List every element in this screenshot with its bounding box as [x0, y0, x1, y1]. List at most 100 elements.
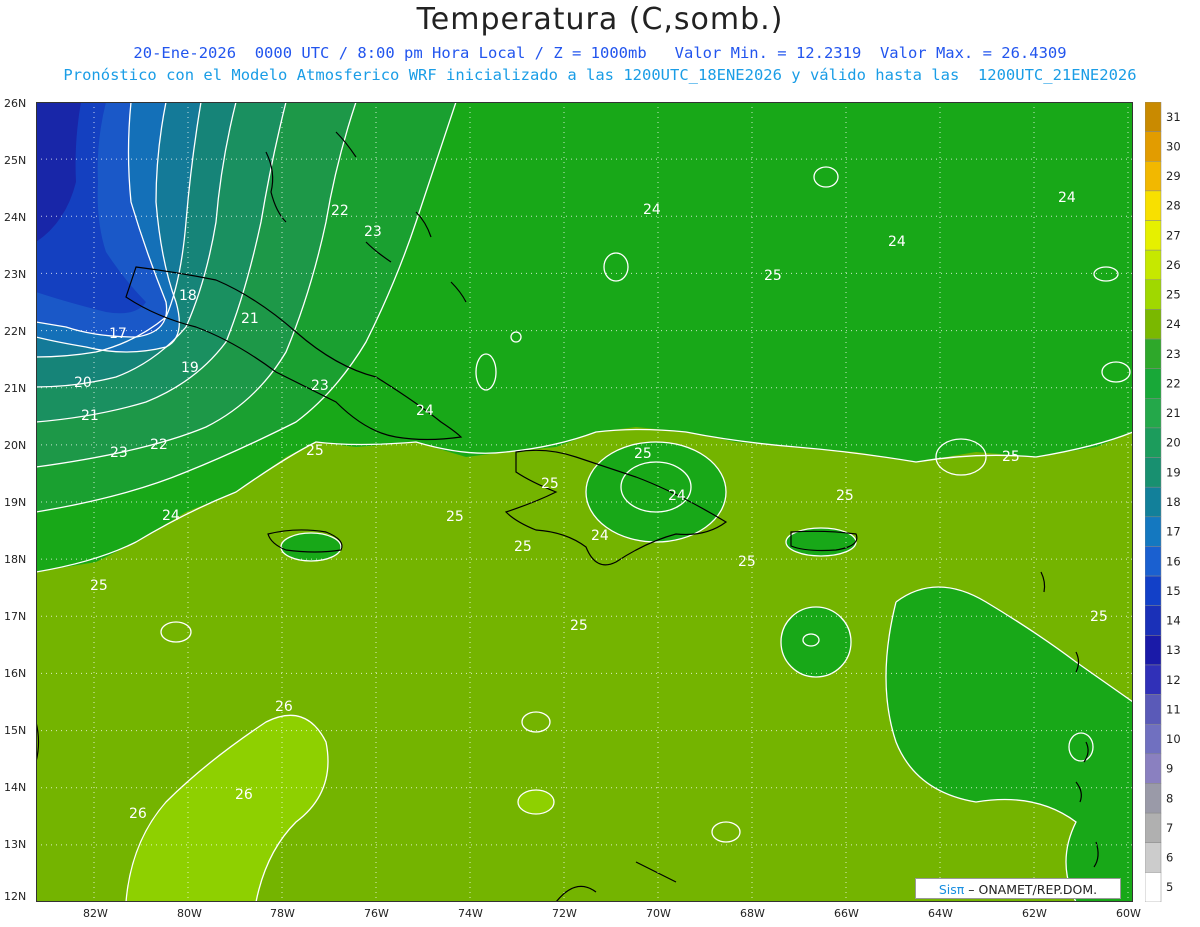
colorbar-level-label: 28	[1166, 199, 1181, 213]
colorbar-level-label: 17	[1166, 525, 1181, 539]
contour-label: 23	[311, 378, 329, 394]
subtitle-model-info: Pronóstico con el Modelo Atmosferico WRF…	[63, 66, 1137, 84]
subtitle-valid-time: 20-Ene-2026 0000 UTC / 8:00 pm Hora Loca…	[133, 44, 1067, 62]
colorbar-level-label: 23	[1166, 347, 1181, 361]
colorbar-swatch	[1145, 131, 1162, 162]
colorbar-level-label: 11	[1166, 702, 1181, 716]
lat-label: 13N	[4, 838, 26, 851]
colorbar-level-label: 27	[1166, 228, 1181, 242]
contour-label: 24	[1058, 190, 1076, 206]
colorbar-level-label: 13	[1166, 643, 1181, 657]
colorbar-swatch	[1145, 486, 1162, 518]
contour-label: 21	[241, 311, 259, 327]
colorbar-swatch	[1145, 102, 1162, 132]
contour-label: 25	[738, 554, 756, 570]
contour-label: 25	[90, 578, 108, 594]
lat-label: 16N	[4, 667, 26, 680]
colorbar-swatch	[1145, 605, 1162, 636]
contour-label: 18	[179, 288, 197, 304]
colorbar-level-label: 14	[1166, 614, 1181, 628]
credit-text: – ONAMET/REP.DOM.	[964, 882, 1098, 897]
lat-label: 26N	[4, 97, 26, 110]
contour-label: 25	[306, 443, 324, 459]
colorbar-level-label: 19	[1166, 465, 1181, 479]
lat-label: 14N	[4, 781, 26, 794]
map-title: Temperatura (C,somb.)	[416, 2, 784, 37]
contour-label: 22	[150, 437, 168, 453]
colorbar-level-label: 7	[1166, 821, 1173, 835]
colorbar-swatch	[1145, 635, 1162, 666]
colorbar-swatch	[1145, 190, 1162, 221]
colorbar-swatch	[1145, 161, 1162, 192]
colorbar-level-label: 5	[1166, 880, 1173, 894]
colorbar-swatch	[1145, 546, 1162, 577]
contour-label: 24	[162, 508, 180, 524]
contour-label: 20	[74, 375, 92, 391]
colorbar-level-label: 20	[1166, 436, 1181, 450]
contour-label: 25	[570, 618, 588, 634]
colorbar-level-label: 8	[1166, 791, 1173, 805]
contour-label: 19	[181, 360, 199, 376]
colorbar-swatch	[1145, 664, 1162, 695]
lat-label: 17N	[4, 610, 26, 623]
colorbar-level-label: 16	[1166, 554, 1181, 568]
contour-label: 25	[446, 509, 464, 525]
colorbar-swatch	[1145, 753, 1162, 784]
lon-label: 70W	[646, 907, 671, 920]
colorbar-swatch	[1145, 398, 1162, 429]
lon-label: 72W	[552, 907, 577, 920]
contour-label: 25	[541, 476, 559, 492]
lat-label: 15N	[4, 724, 26, 737]
temperature-colorbar: 31 30 29 28 27 26 25 24 23 22 21 20 19 18 17 16 15 14 13 12…	[1145, 102, 1181, 902]
contour-label: 23	[364, 224, 382, 240]
contour-label: 24	[416, 403, 434, 419]
lat-label: 12N	[4, 890, 26, 903]
colorbar-level-label: 10	[1166, 732, 1181, 746]
colorbar-level-label: 12	[1166, 673, 1181, 687]
colorbar-swatch	[1145, 812, 1162, 843]
contour-label: 24	[643, 202, 661, 218]
lat-axis: 26N 25N 24N 23N 22N 21N 20N 19N 18N 17N …	[4, 97, 26, 903]
lat-label: 20N	[4, 439, 26, 452]
contour-label: 21	[81, 408, 99, 424]
contour-label: 25	[634, 446, 652, 462]
lat-label: 18N	[4, 553, 26, 566]
contour-label: 26	[235, 787, 253, 803]
colorbar-swatch	[1145, 279, 1162, 310]
contour-label: 25	[1002, 449, 1020, 465]
lon-label: 66W	[834, 907, 859, 920]
colorbar-level-label: 30	[1166, 139, 1181, 153]
colorbar-level-label: 29	[1166, 169, 1181, 183]
lon-label: 82W	[83, 907, 108, 920]
contour-label: 24	[668, 488, 686, 504]
lat-label: 21N	[4, 382, 26, 395]
colorbar-swatch	[1145, 783, 1162, 814]
lon-label: 74W	[458, 907, 483, 920]
colorbar-level-label: 6	[1166, 851, 1173, 865]
colorbar-level-label: 25	[1166, 288, 1181, 302]
contour-label: 25	[514, 539, 532, 555]
colorbar-swatch	[1145, 872, 1162, 902]
lat-label: 24N	[4, 211, 26, 224]
colorbar-swatch	[1145, 457, 1162, 488]
contour-label: 24	[591, 528, 609, 544]
lon-label: 68W	[740, 907, 765, 920]
lat-label: 23N	[4, 268, 26, 281]
colorbar-swatch	[1145, 309, 1162, 340]
credit-box: Sisπ – ONAMET/REP.DOM.	[915, 878, 1121, 899]
contour-label: 17	[109, 326, 127, 342]
lon-label: 78W	[270, 907, 295, 920]
contour-label: 26	[275, 699, 293, 715]
lon-label: 76W	[364, 907, 389, 920]
colorbar-swatch	[1145, 516, 1162, 547]
lat-label: 19N	[4, 496, 26, 509]
colorbar-level-label: 21	[1166, 406, 1181, 420]
colorbar-swatch	[1145, 694, 1162, 725]
lon-label: 64W	[928, 907, 953, 920]
contour-label: 23	[110, 445, 128, 461]
colorbar-swatch	[1145, 338, 1162, 369]
colorbar-swatch	[1145, 575, 1162, 606]
temperature-map: 22 23 18 21 17 19 20 21 23 22 24 23 24 2…	[36, 102, 1133, 902]
lat-label: 22N	[4, 325, 26, 338]
contour-label: 22	[331, 203, 349, 219]
